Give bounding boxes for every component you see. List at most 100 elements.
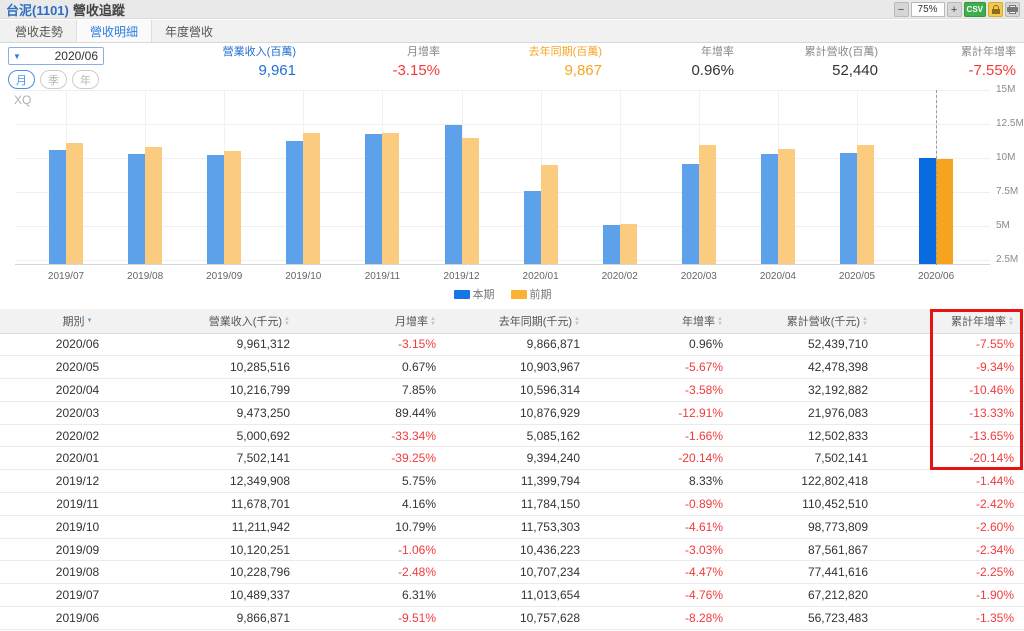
- bar-本期-2020/02[interactable]: [602, 224, 620, 264]
- gridline-h: [15, 123, 990, 125]
- frequency-pill-月[interactable]: 月: [8, 70, 35, 89]
- column-header-月增率[interactable]: 月增率 ▲ ▼: [300, 309, 446, 334]
- table-header-row: 期別 ▼ 營業收入(千元) ▲ ▼ 月增率 ▲ ▼ 去年同期(千元) ▲ ▼ 年增率 ▲ ▼ 累計營收(千元…: [0, 309, 1024, 334]
- bar-前期-2020/02[interactable]: [619, 223, 637, 264]
- table-cell: 10,216,799: [155, 378, 300, 402]
- bar-前期-2019/12[interactable]: [461, 137, 479, 264]
- bar-前期-2019/07[interactable]: [66, 143, 83, 264]
- table-cell: -3.58%: [590, 378, 733, 402]
- zoom-level-field[interactable]: 75%: [910, 2, 945, 17]
- table-cell: 10,876,929: [446, 401, 590, 425]
- y-axis-tick: 10M: [996, 151, 1016, 163]
- table-cell: 10,707,234: [446, 560, 590, 585]
- bar-前期-2019/09[interactable]: [224, 151, 242, 264]
- column-header-累計營收(千元)[interactable]: 累計營收(千元) ▲ ▼: [733, 309, 878, 334]
- bar-本期-2019/09[interactable]: [207, 155, 225, 264]
- bar-前期-2020/01[interactable]: [540, 165, 558, 264]
- column-header-期別[interactable]: 期別 ▼: [0, 309, 155, 334]
- bar-本期-2019/07[interactable]: [49, 150, 66, 264]
- print-icon[interactable]: [1005, 2, 1020, 17]
- sort-icon: ▼: [86, 318, 93, 325]
- legend-item-前期[interactable]: 前期: [510, 286, 552, 302]
- table-cell: -5.67%: [590, 355, 733, 380]
- bar-本期-2020/06[interactable]: [919, 157, 937, 264]
- sort-icon: ▲ ▼: [862, 315, 868, 327]
- bar-本期-2019/10[interactable]: [286, 140, 304, 264]
- column-header-營業收入(千元)[interactable]: 營業收入(千元) ▲ ▼: [155, 309, 300, 334]
- stat-label: 累計年增率: [961, 46, 1016, 58]
- legend-label: 本期: [472, 289, 495, 301]
- table-cell: 2019/07: [0, 583, 155, 608]
- bar-前期-2020/04[interactable]: [777, 148, 795, 264]
- bar-前期-2019/10[interactable]: [303, 133, 321, 264]
- legend-label: 前期: [529, 289, 552, 301]
- x-axis-label: 2020/04: [759, 271, 796, 282]
- bar-前期-2020/06[interactable]: [936, 158, 954, 264]
- bar-本期-2019/12[interactable]: [444, 125, 462, 264]
- bar-本期-2020/01[interactable]: [523, 190, 541, 264]
- column-header-年增率[interactable]: 年增率 ▲ ▼: [590, 309, 733, 334]
- table-cell: 10,757,628: [446, 606, 590, 630]
- table-row[interactable]: 2019/08 10,228,796 -2.48% 10,707,234 -4.47% 7…: [0, 560, 1024, 585]
- bar-前期-2020/05[interactable]: [857, 144, 874, 264]
- table-row[interactable]: 2020/02 5,000,692 -33.34% 5,085,162 -1.66% 12…: [0, 424, 1024, 448]
- bar-前期-2020/03[interactable]: [698, 145, 716, 264]
- csv-export-button[interactable]: CSV: [963, 2, 986, 17]
- table-row[interactable]: 2019/09 10,120,251 -1.06% 10,436,223 -3.03% 8…: [0, 538, 1024, 562]
- gridline-h: [15, 90, 990, 91]
- x-axis-label: 2020/01: [522, 271, 559, 282]
- table-cell: -4.76%: [590, 583, 733, 608]
- x-axis-label: 2019/07: [47, 271, 85, 282]
- table-cell: 5.75%: [300, 469, 446, 494]
- zoom-in-button[interactable]: +: [946, 2, 962, 17]
- table-row[interactable]: 2020/01 7,502,141 -39.25% 9,394,240 -20.14% 7…: [0, 446, 1024, 471]
- legend-swatch: [453, 289, 470, 299]
- table-row[interactable]: 2019/10 11,211,942 10.79% 11,753,303 -4.61% 9…: [0, 515, 1024, 539]
- tab-營收明細[interactable]: 營收明細: [76, 20, 153, 42]
- bar-本期-2020/05[interactable]: [840, 153, 857, 264]
- column-header-去年同期(千元)[interactable]: 去年同期(千元) ▲ ▼: [446, 309, 590, 334]
- table-cell: 10,285,516: [155, 355, 300, 380]
- y-axis-tick: 12.5M: [996, 117, 1024, 129]
- table-cell: 10,436,223: [446, 538, 590, 562]
- table-cell: 52,439,710: [733, 333, 878, 357]
- column-header-累計年增率[interactable]: 累計年增率 ▲ ▼: [878, 309, 1024, 334]
- tab-營收走勢[interactable]: 營收走勢: [2, 20, 76, 42]
- tab-年度營收[interactable]: 年度營收: [152, 20, 226, 42]
- table-cell: 9,473,250: [155, 401, 300, 425]
- chart-legend: 本期 前期: [15, 286, 990, 302]
- bar-本期-2019/08[interactable]: [128, 153, 146, 264]
- table-row[interactable]: 2020/03 9,473,250 89.44% 10,876,929 -12.91% 2…: [0, 401, 1024, 425]
- table-cell: -20.14%: [590, 446, 733, 471]
- tab-bar: 營收走勢 營收明細 年度營收: [0, 20, 1024, 43]
- bar-本期-2019/11[interactable]: [365, 134, 383, 264]
- bar-本期-2020/04[interactable]: [760, 154, 778, 264]
- table-cell: 87,561,867: [733, 538, 878, 562]
- table-cell: 2019/06: [0, 606, 155, 630]
- table-cell: -9.51%: [300, 606, 446, 630]
- table-cell: 4.16%: [300, 492, 446, 516]
- table-row[interactable]: 2019/06 9,866,871 -9.51% 10,757,628 -8.28% 56…: [0, 606, 1024, 630]
- table-row[interactable]: 2020/06 9,961,312 -3.15% 9,866,871 0.96% 52,4…: [0, 333, 1024, 357]
- y-axis-tick: 2.5M: [996, 253, 1019, 265]
- table-cell: -7.55%: [878, 333, 1024, 357]
- bar-前期-2019/08[interactable]: [145, 147, 163, 264]
- zoom-out-button[interactable]: −: [893, 2, 909, 17]
- bar-本期-2020/03[interactable]: [681, 164, 699, 264]
- table-row[interactable]: 2020/05 10,285,516 0.67% 10,903,967 -5.67% 42…: [0, 355, 1024, 380]
- table-row[interactable]: 2019/07 10,489,337 6.31% 11,013,654 -4.76% 67…: [0, 583, 1024, 608]
- table-row[interactable]: 2020/04 10,216,799 7.85% 10,596,314 -3.58% 32…: [0, 378, 1024, 402]
- lock-icon[interactable]: [988, 2, 1003, 17]
- legend-item-本期[interactable]: 本期: [453, 286, 495, 302]
- frequency-pill-季[interactable]: 季: [40, 70, 67, 89]
- table-cell: 2019/09: [0, 538, 155, 562]
- sort-icon: ▲ ▼: [430, 315, 436, 327]
- table-row[interactable]: 2019/11 11,678,701 4.16% 11,784,150 -0.89% 11…: [0, 492, 1024, 516]
- sort-icon: ▲ ▼: [1008, 315, 1014, 327]
- table-cell: 89.44%: [300, 401, 446, 425]
- table-cell: 21,976,083: [733, 401, 878, 425]
- table-cell: 8.33%: [590, 469, 733, 494]
- table-cell: 2020/04: [0, 378, 155, 402]
- table-row[interactable]: 2019/12 12,349,908 5.75% 11,399,794 8.33% 122…: [0, 469, 1024, 494]
- bar-前期-2019/11[interactable]: [382, 132, 400, 264]
